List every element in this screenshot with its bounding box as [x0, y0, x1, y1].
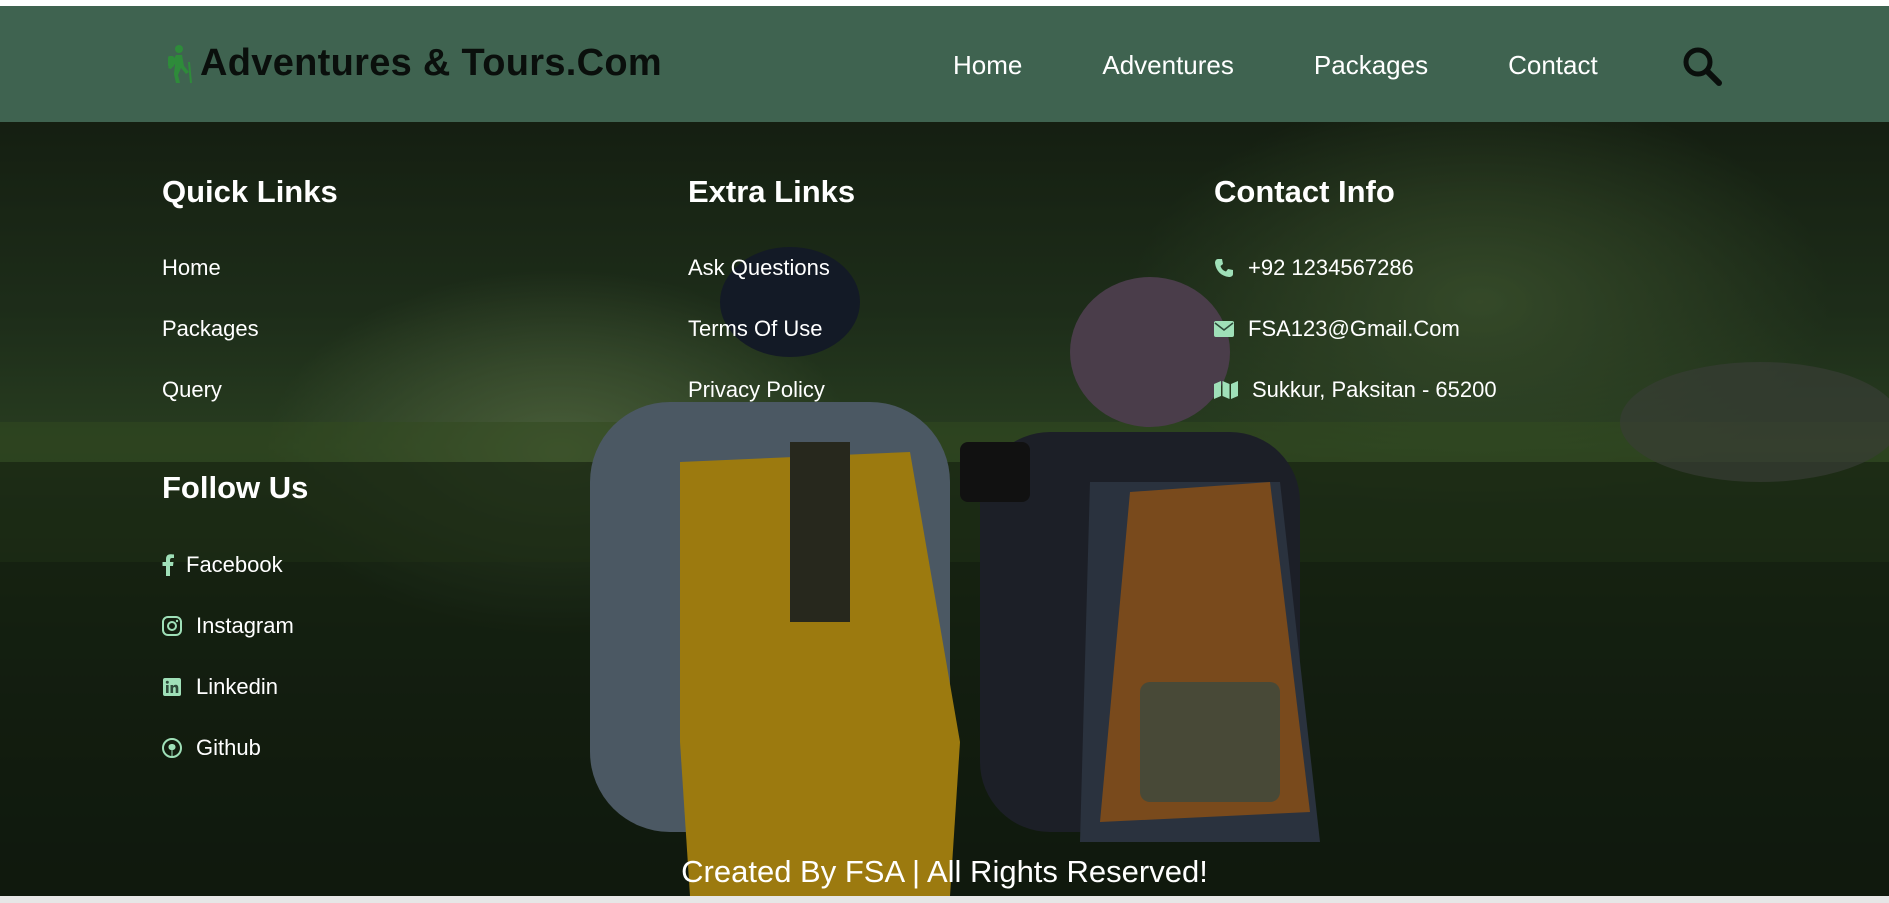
nav-home[interactable]: Home — [953, 50, 1022, 81]
contact-email[interactable]: FSA123@Gmail.Com — [1214, 316, 1460, 342]
extra-link-terms[interactable]: Terms Of Use — [688, 316, 822, 342]
brand-logo[interactable]: Adventures & Tours.Com — [162, 42, 662, 85]
social-linkedin-label: Linkedin — [196, 674, 278, 699]
search-icon[interactable] — [1680, 44, 1724, 88]
contact-info-title: Contact Info — [1214, 174, 1395, 209]
site-header: Adventures & Tours.Com Home Adventures P… — [0, 6, 1889, 122]
quick-link-home-label: Home — [162, 255, 221, 280]
contact-phone[interactable]: +92 1234567286 — [1214, 255, 1414, 281]
bottom-strip — [0, 896, 1889, 903]
quick-links-title: Quick Links — [162, 174, 338, 209]
facebook-icon — [162, 554, 174, 576]
extra-links-section: Extra Links — [688, 174, 855, 210]
hiker-icon — [168, 44, 192, 83]
social-instagram[interactable]: Instagram — [162, 613, 294, 639]
copyright-credits: Created By FSA | All Rights Reserved! — [681, 854, 1208, 889]
quick-link-home[interactable]: Home — [162, 255, 221, 281]
map-icon — [1214, 380, 1238, 400]
social-facebook[interactable]: Facebook — [162, 552, 283, 578]
extra-link-privacy-label: Privacy Policy — [688, 377, 825, 402]
social-github-label: Github — [196, 735, 261, 760]
contact-phone-text: +92 1234567286 — [1248, 255, 1414, 280]
main-nav: Home Adventures Packages Contact — [953, 50, 1678, 81]
extra-link-ask-questions-label: Ask Questions — [688, 255, 830, 280]
social-facebook-label: Facebook — [186, 552, 283, 577]
contact-address-text: Sukkur, Paksitan - 65200 — [1252, 377, 1497, 402]
nav-adventures[interactable]: Adventures — [1102, 50, 1234, 81]
contact-info-section: Contact Info — [1214, 174, 1395, 210]
social-instagram-label: Instagram — [196, 613, 294, 638]
nav-contact[interactable]: Contact — [1508, 50, 1598, 81]
follow-us-title: Follow Us — [162, 470, 309, 505]
extra-link-ask-questions[interactable]: Ask Questions — [688, 255, 830, 281]
dark-overlay — [0, 122, 1889, 896]
quick-link-packages-label: Packages — [162, 316, 259, 341]
extra-link-privacy[interactable]: Privacy Policy — [688, 377, 825, 403]
instagram-icon — [162, 616, 182, 636]
social-linkedin[interactable]: Linkedin — [162, 674, 278, 700]
footer-hero: Quick Links Home Packages Query Extra Li… — [0, 122, 1889, 896]
contact-email-text: FSA123@Gmail.Com — [1248, 316, 1460, 341]
contact-address[interactable]: Sukkur, Paksitan - 65200 — [1214, 377, 1497, 403]
quick-link-query[interactable]: Query — [162, 377, 222, 403]
nav-packages[interactable]: Packages — [1314, 50, 1428, 81]
extra-links-title: Extra Links — [688, 174, 856, 209]
quick-links-section: Quick Links — [162, 174, 338, 210]
follow-us-section: Follow Us — [162, 470, 308, 506]
extra-link-terms-label: Terms Of Use — [688, 316, 823, 341]
social-github[interactable]: Github — [162, 735, 261, 761]
brand-name: Adventures & Tours.Com — [200, 42, 662, 84]
phone-icon — [1214, 258, 1234, 278]
github-icon — [162, 738, 182, 758]
quick-link-query-label: Query — [162, 377, 222, 402]
quick-link-packages[interactable]: Packages — [162, 316, 259, 342]
linkedin-icon — [162, 677, 182, 697]
envelope-icon — [1214, 319, 1234, 339]
